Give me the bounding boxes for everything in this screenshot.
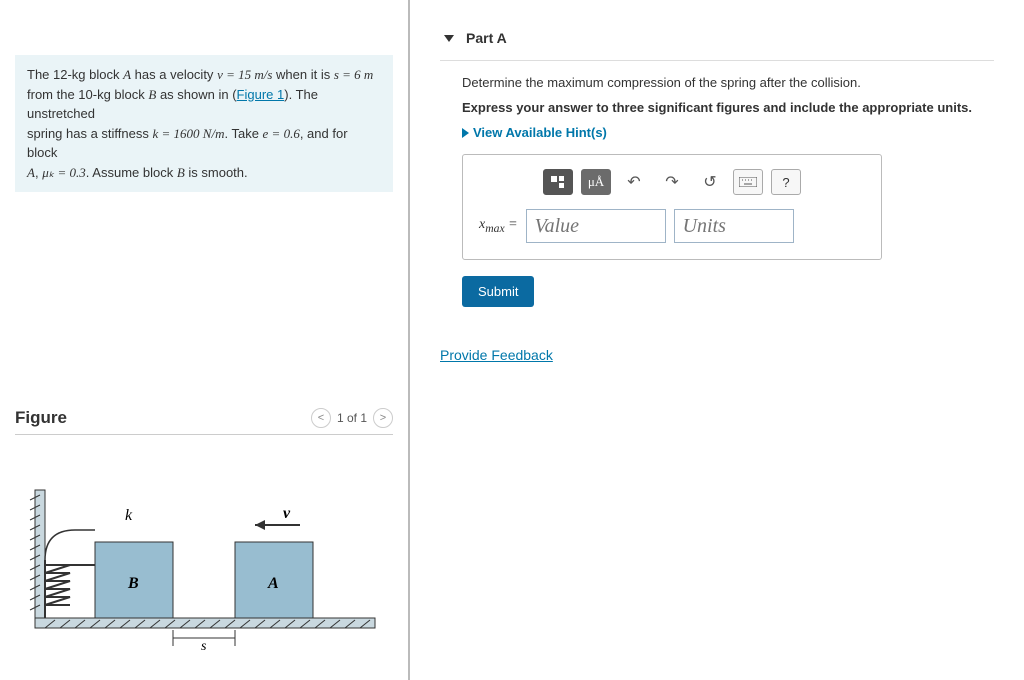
answer-toolbar: μÅ ↶ ↷ ↺ ? (479, 169, 865, 195)
caret-down-icon (444, 35, 454, 42)
part-header[interactable]: Part A (440, 20, 994, 61)
figure-header: Figure < 1 of 1 > (15, 408, 393, 435)
instruction-text: Express your answer to three significant… (462, 100, 994, 115)
label-A: A (267, 575, 279, 592)
view-hints-button[interactable]: View Available Hint(s) (462, 125, 994, 140)
var-A2: A (27, 165, 35, 180)
text: has a velocity (131, 67, 217, 82)
text: . Assume block (86, 165, 177, 180)
units-input[interactable] (674, 209, 794, 243)
provide-feedback-link[interactable]: Provide Feedback (440, 347, 553, 363)
eq-k: k = 1600 N/m (153, 126, 225, 141)
submit-button[interactable]: Submit (462, 276, 534, 307)
pager-next-button[interactable]: > (373, 408, 393, 428)
answer-box: μÅ ↶ ↷ ↺ ? xmax = (462, 154, 882, 260)
eq-mu: μₖ = 0.3 (42, 165, 86, 180)
label-v: v (283, 505, 291, 522)
redo-icon[interactable]: ↷ (657, 169, 687, 195)
text: is smooth. (185, 165, 248, 180)
problem-statement: The 12-kg block A has a velocity v = 15 … (15, 55, 393, 192)
part-title: Part A (466, 30, 507, 46)
reset-icon[interactable]: ↺ (695, 169, 725, 195)
eq-s: s = 6 m (334, 67, 373, 82)
eq-v: v = 15 m/s (217, 67, 272, 82)
var-B2: B (177, 165, 185, 180)
figure-pager: < 1 of 1 > (311, 408, 393, 428)
text: The 12-kg block (27, 67, 123, 82)
pager-label: 1 of 1 (337, 411, 367, 425)
keyboard-icon[interactable] (733, 169, 763, 195)
units-tool-button[interactable]: μÅ (581, 169, 611, 195)
figure-link[interactable]: Figure 1 (237, 87, 285, 102)
text: when it is (272, 67, 333, 82)
hints-label: View Available Hint(s) (473, 125, 607, 140)
figure-title: Figure (15, 408, 67, 428)
label-s: s (201, 639, 207, 654)
text: from the 10-kg block (27, 87, 148, 102)
question-text: Determine the maximum compression of the… (462, 75, 994, 90)
figure-diagram: k v B A s (25, 470, 383, 660)
variable-label: xmax = (479, 217, 518, 235)
template-tool-icon[interactable] (543, 169, 573, 195)
var-A: A (123, 67, 131, 82)
eq-e: e = 0.6 (263, 126, 300, 141)
text: . Take (224, 126, 262, 141)
value-input[interactable] (526, 209, 666, 243)
text: spring has a stiffness (27, 126, 153, 141)
input-row: xmax = (479, 209, 865, 243)
label-k: k (125, 507, 133, 524)
pager-prev-button[interactable]: < (311, 408, 331, 428)
text: as shown in ( (156, 87, 236, 102)
help-button[interactable]: ? (771, 169, 801, 195)
label-B: B (127, 575, 139, 592)
caret-right-icon (462, 128, 469, 138)
undo-icon[interactable]: ↶ (619, 169, 649, 195)
